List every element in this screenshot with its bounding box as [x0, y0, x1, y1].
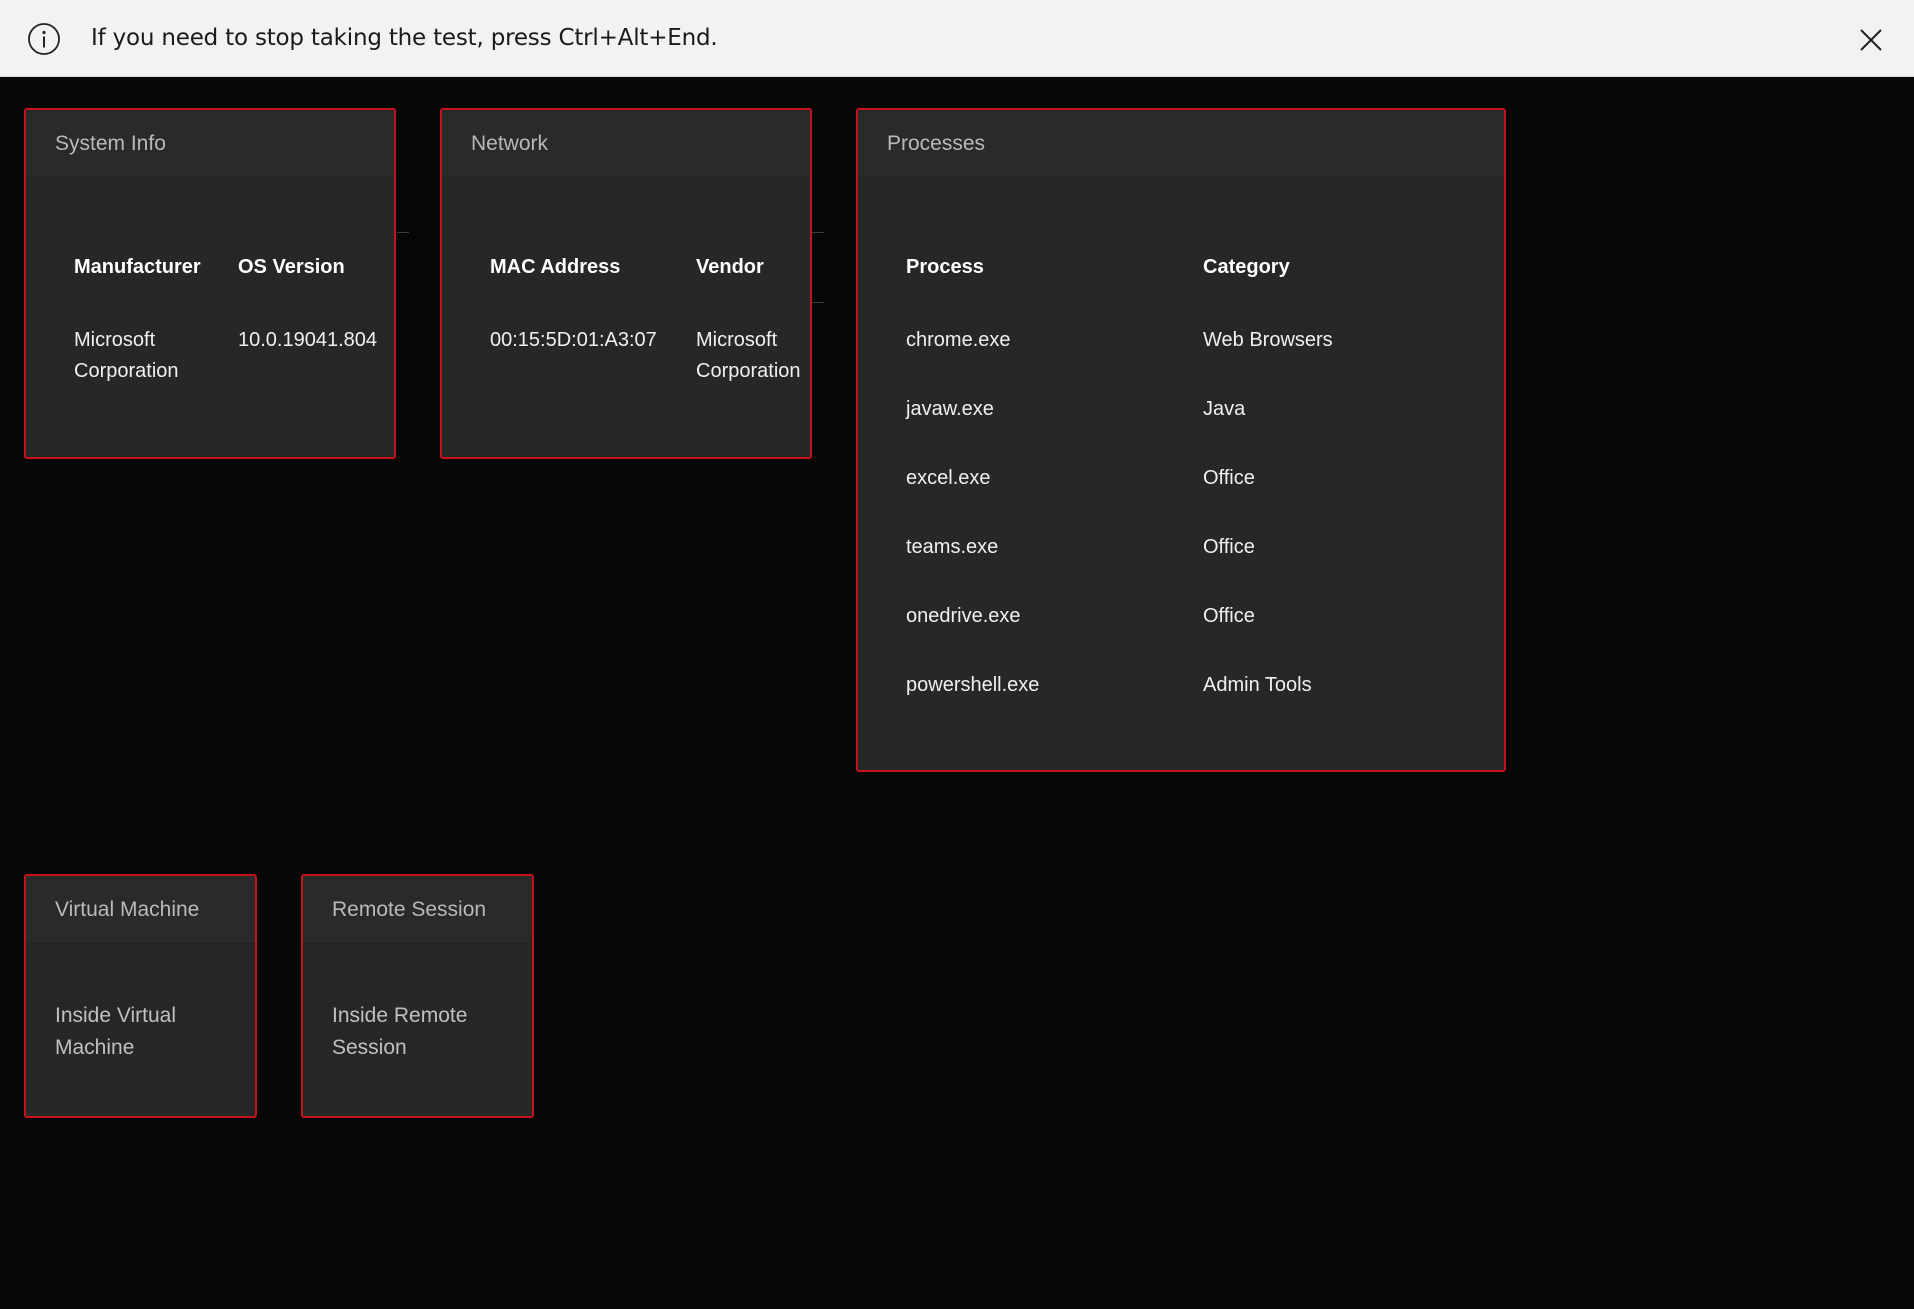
process-category: Admin Tools [1203, 674, 1312, 696]
process-header: Process [906, 256, 984, 278]
process-name: teams.exe [906, 536, 999, 558]
os-version-header: OS Version [238, 256, 345, 278]
system-info-title: System Info [26, 110, 394, 178]
info-message: If you need to stop taking the test, pre… [91, 25, 718, 51]
vendor-value-line2: Corporation [696, 360, 801, 382]
manufacturer-header: Manufacturer [74, 256, 201, 278]
process-category: Office [1203, 467, 1255, 489]
process-name: powershell.exe [906, 674, 1040, 696]
mac-address-header: MAC Address [490, 256, 621, 278]
virtual-machine-panel: Virtual Machine Inside Virtual Machine [24, 874, 257, 1118]
category-header: Category [1203, 256, 1290, 278]
process-name: javaw.exe [906, 398, 994, 420]
process-category: Web Browsers [1203, 329, 1333, 351]
info-bar: If you need to stop taking the test, pre… [0, 0, 1914, 77]
divider [812, 302, 824, 303]
process-name: excel.exe [906, 467, 991, 489]
manufacturer-value-line2: Corporation [74, 360, 179, 382]
vendor-value-line1: Microsoft [696, 329, 778, 351]
vendor-header: Vendor [696, 256, 764, 278]
mac-address-value: 00:15:5D:01:A3:07 [490, 329, 657, 351]
processes-title: Processes [858, 110, 1504, 178]
process-name: onedrive.exe [906, 605, 1021, 627]
divider [397, 232, 409, 233]
remote-session-panel: Remote Session Inside Remote Session [301, 874, 534, 1118]
virtual-machine-status-line1: Inside Virtual [55, 1004, 177, 1027]
virtual-machine-title: Virtual Machine [26, 876, 255, 944]
system-info-panel: System Info Manufacturer OS Version Micr… [24, 108, 396, 459]
remote-session-status-line1: Inside Remote [332, 1004, 468, 1027]
remote-session-title: Remote Session [303, 876, 532, 944]
network-title: Network [442, 110, 810, 178]
os-version-value: 10.0.19041.804 [238, 329, 378, 351]
info-circle-icon [28, 23, 60, 55]
processes-panel: Processes Process Category chrome.exe We… [856, 108, 1506, 772]
process-category: Office [1203, 605, 1255, 627]
remote-session-status-line2: Session [332, 1036, 407, 1059]
close-icon[interactable] [1854, 23, 1888, 57]
manufacturer-value-line1: Microsoft [74, 329, 156, 351]
virtual-machine-status-line2: Machine [55, 1036, 135, 1059]
process-category: Java [1203, 398, 1246, 420]
network-panel: Network MAC Address Vendor 00:15:5D:01:A… [440, 108, 812, 459]
process-name: chrome.exe [906, 329, 1011, 351]
divider [812, 232, 824, 233]
process-category: Office [1203, 536, 1255, 558]
app-root: If you need to stop taking the test, pre… [0, 0, 1914, 1309]
